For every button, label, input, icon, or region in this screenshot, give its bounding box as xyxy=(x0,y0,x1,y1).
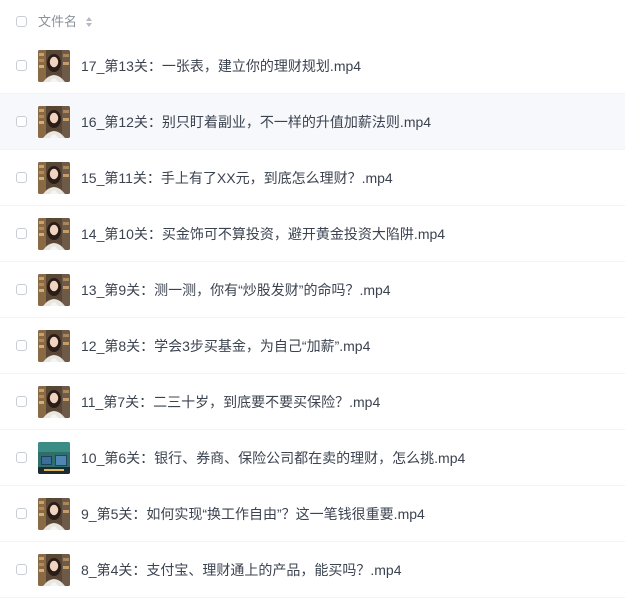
file-row[interactable]: 13_第9关：测一测，你有“炒股发财”的命吗？.mp4 xyxy=(0,262,625,318)
file-row[interactable]: 9_第5关：如何实现“换工作自由”？这一笔钱很重要.mp4 xyxy=(0,486,625,542)
sort-icon[interactable] xyxy=(85,16,93,28)
video-thumbnail-person-icon[interactable] xyxy=(38,498,70,530)
row-checkbox[interactable] xyxy=(16,564,27,575)
video-thumbnail-person-icon[interactable] xyxy=(38,106,70,138)
row-checkbox[interactable] xyxy=(16,396,27,407)
row-checkbox[interactable] xyxy=(16,172,27,183)
video-thumbnail-person-icon[interactable] xyxy=(38,50,70,82)
row-checkbox[interactable] xyxy=(16,228,27,239)
file-row[interactable]: 15_第11关：手上有了XX元，到底怎么理财？.mp4 xyxy=(0,150,625,206)
video-thumbnail-person-icon[interactable] xyxy=(38,330,70,362)
file-row[interactable]: 12_第8关：学会3步买基金，为自己“加薪”.mp4 xyxy=(0,318,625,374)
file-name[interactable]: 12_第8关：学会3步买基金，为自己“加薪”.mp4 xyxy=(81,337,370,355)
video-thumbnail-person-icon[interactable] xyxy=(38,386,70,418)
file-row[interactable]: 11_第7关：二三十岁，到底要不要买保险？.mp4 xyxy=(0,374,625,430)
row-checkbox[interactable] xyxy=(16,340,27,351)
file-name[interactable]: 11_第7关：二三十岁，到底要不要买保险？.mp4 xyxy=(81,393,380,411)
row-checkbox[interactable] xyxy=(16,116,27,127)
file-name[interactable]: 14_第10关：买金饰可不算投资，避开黄金投资大陷阱.mp4 xyxy=(81,225,445,243)
file-name[interactable]: 9_第5关：如何实现“换工作自由”？这一笔钱很重要.mp4 xyxy=(81,505,425,523)
file-name[interactable]: 17_第13关：一张表，建立你的理财规划.mp4 xyxy=(81,57,361,75)
file-name[interactable]: 16_第12关：别只盯着副业，不一样的升值加薪法则.mp4 xyxy=(81,113,431,131)
file-name[interactable]: 10_第6关：银行、券商、保险公司都在卖的理财，怎么挑.mp4 xyxy=(81,449,465,467)
row-checkbox[interactable] xyxy=(16,284,27,295)
file-row[interactable]: 17_第13关：一张表，建立你的理财规划.mp4 xyxy=(0,38,625,94)
video-thumbnail-person-icon[interactable] xyxy=(38,554,70,586)
file-row[interactable]: 16_第12关：别只盯着副业，不一样的升值加薪法则.mp4 xyxy=(0,94,625,150)
file-row[interactable]: 10_第6关：银行、券商、保险公司都在卖的理财，怎么挑.mp4 xyxy=(0,430,625,486)
video-thumbnail-person-icon[interactable] xyxy=(38,218,70,250)
file-name[interactable]: 13_第9关：测一测，你有“炒股发财”的命吗？.mp4 xyxy=(81,281,391,299)
row-checkbox[interactable] xyxy=(16,508,27,519)
file-name[interactable]: 8_第4关：支付宝、理财通上的产品，能买吗？.mp4 xyxy=(81,561,401,579)
file-row[interactable]: 14_第10关：买金饰可不算投资，避开黄金投资大陷阱.mp4 xyxy=(0,206,625,262)
column-header-filename[interactable]: 文件名 xyxy=(38,13,77,31)
file-row[interactable]: 8_第4关：支付宝、理财通上的产品，能买吗？.mp4 xyxy=(0,542,625,598)
video-thumbnail-screen-icon[interactable] xyxy=(38,442,70,474)
video-thumbnail-person-icon[interactable] xyxy=(38,274,70,306)
video-thumbnail-person-icon[interactable] xyxy=(38,162,70,194)
file-name[interactable]: 15_第11关：手上有了XX元，到底怎么理财？.mp4 xyxy=(81,169,393,187)
row-checkbox[interactable] xyxy=(16,452,27,463)
file-list: 17_第13关：一张表，建立你的理财规划.mp4 16_第12关：别只盯着副业，… xyxy=(0,38,625,598)
select-all-checkbox[interactable] xyxy=(16,16,27,27)
row-checkbox[interactable] xyxy=(16,60,27,71)
